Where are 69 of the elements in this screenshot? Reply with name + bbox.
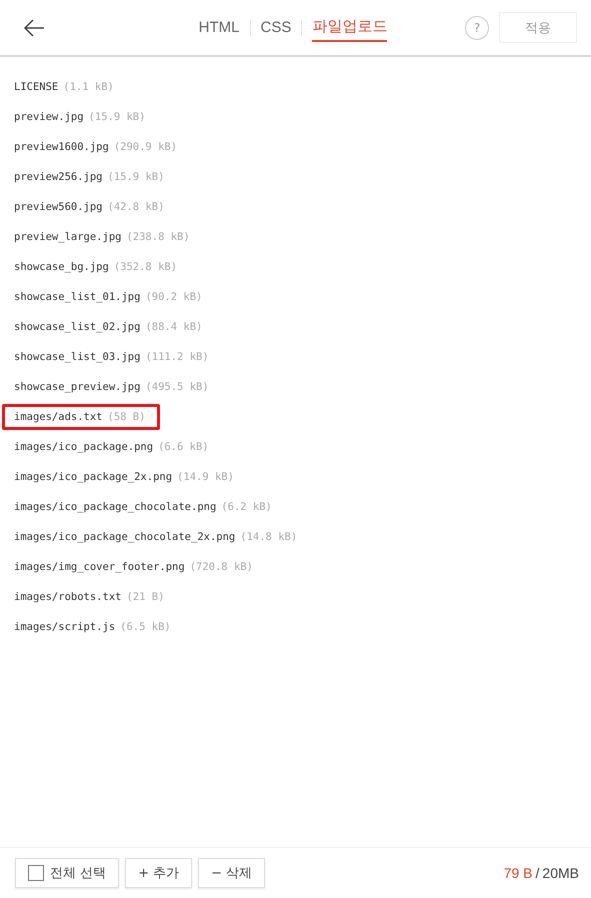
file-name: preview256.jpg — [14, 171, 103, 183]
file-size: (15.9 kB) — [88, 111, 146, 123]
add-button[interactable]: + 추가 — [125, 858, 192, 888]
file-item[interactable]: showcase_preview.jpg (495.5 kB) — [2, 374, 224, 400]
file-item[interactable]: preview560.jpg (42.8 kB) — [2, 194, 180, 220]
size-separator: / — [536, 865, 540, 881]
file-item[interactable]: images/ico_package.png (6.6 kB) — [2, 434, 224, 460]
file-name: images/script.js — [14, 621, 116, 633]
file-size: (58 B) — [108, 411, 146, 423]
file-name: showcase_preview.jpg — [14, 381, 140, 393]
tab[interactable]: 파일업로드 — [312, 13, 388, 42]
file-size: (111.2 kB) — [145, 351, 209, 363]
file-size: (352.8 kB) — [114, 261, 178, 273]
file-name: images/img_cover_footer.png — [14, 561, 185, 573]
file-size: (238.8 kB) — [126, 231, 190, 243]
checkbox[interactable] — [28, 865, 44, 881]
select-all-label: 전체 선택 — [50, 865, 106, 882]
file-size: (495.5 kB) — [145, 381, 209, 393]
file-name: showcase_list_01.jpg — [14, 291, 140, 303]
file-size: (720.8 kB) — [190, 561, 253, 573]
file-size: (290.9 kB) — [114, 141, 178, 153]
tab[interactable]: CSS — [260, 15, 292, 40]
file-item[interactable]: LICENSE (1.1 kB) — [2, 74, 129, 100]
file-size: (15.9 kB) — [108, 171, 164, 183]
file-name: images/ads.txt — [14, 411, 103, 423]
file-item[interactable]: images/script.js (6.5 kB) — [2, 614, 186, 640]
size-limit: 20MB — [542, 865, 579, 881]
delete-button[interactable]: − 삭제 — [198, 858, 266, 888]
file-size: (6.5 kB) — [120, 621, 171, 633]
file-size: (6.6 kB) — [158, 441, 209, 453]
file-name: showcase_list_03.jpg — [14, 351, 140, 363]
file-item[interactable]: images/ads.txt (58 B) — [2, 404, 160, 430]
file-size: (88.4 kB) — [145, 321, 202, 333]
file-size: (90.2 kB) — [145, 291, 202, 303]
file-item[interactable]: preview256.jpg (15.9 kB) — [2, 164, 180, 190]
file-item[interactable]: showcase_list_03.jpg (111.2 kB) — [2, 344, 224, 370]
file-name: LICENSE — [14, 81, 58, 93]
file-name: images/robots.txt — [14, 591, 122, 603]
select-all-button[interactable]: 전체 선택 — [15, 858, 120, 888]
file-name: showcase_list_02.jpg — [14, 321, 140, 333]
tab[interactable]: HTML — [198, 15, 240, 40]
file-name: images/ico_package_chocolate.png — [14, 501, 216, 513]
back-arrow-icon[interactable] — [23, 18, 45, 38]
file-size: (1.1 kB) — [63, 81, 114, 93]
file-size: (14.8 kB) — [240, 531, 298, 543]
file-item[interactable]: preview1600.jpg (290.9 kB) — [2, 134, 192, 160]
file-name: images/ico_package_2x.png — [14, 471, 172, 483]
file-item[interactable]: preview.jpg (15.9 kB) — [2, 104, 160, 130]
file-item[interactable]: showcase_bg.jpg (352.8 kB) — [2, 254, 192, 280]
file-name: images/ico_package_chocolate_2x.png — [14, 531, 236, 543]
file-item[interactable]: showcase_list_01.jpg (90.2 kB) — [2, 284, 218, 310]
file-name: preview1600.jpg — [14, 141, 109, 153]
file-name: preview.jpg — [14, 111, 84, 123]
file-size: (14.9 kB) — [177, 471, 234, 483]
file-item[interactable]: images/robots.txt (21 B) — [2, 584, 180, 610]
file-name: preview_large.jpg — [14, 231, 122, 243]
file-item[interactable]: images/ico_package_chocolate_2x.png (14.8 kB) — [2, 524, 312, 550]
file-size: (21 B) — [126, 591, 164, 603]
file-item[interactable]: images/ico_package_chocolate.png (6.2 kB) — [2, 494, 287, 520]
file-item[interactable]: preview_large.jpg (238.8 kB) — [2, 224, 205, 250]
file-name: images/ico_package.png — [14, 441, 154, 453]
file-item[interactable]: images/img_cover_footer.png (720.8 kB) — [2, 554, 268, 580]
used-size: 79 B — [504, 865, 533, 881]
file-name: preview560.jpg — [14, 201, 103, 213]
file-item[interactable]: showcase_list_02.jpg (88.4 kB) — [2, 314, 218, 340]
file-item[interactable]: images/ico_package_2x.png (14.9 kB) — [2, 464, 249, 490]
file-size: (42.8 kB) — [108, 201, 164, 213]
file-name: showcase_bg.jpg — [14, 261, 109, 273]
file-size: (6.2 kB) — [221, 501, 272, 513]
